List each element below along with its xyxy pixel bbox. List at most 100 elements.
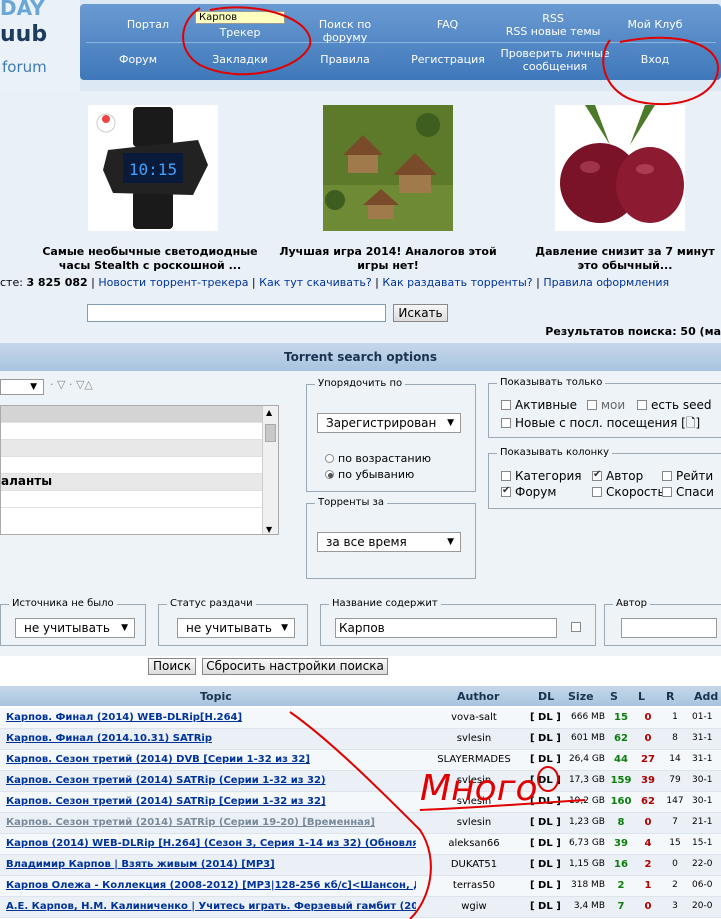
col-header-leechers[interactable]: L bbox=[638, 690, 645, 703]
filter-search-button[interactable]: Поиск bbox=[148, 658, 196, 675]
checkbox-mine[interactable] bbox=[587, 400, 597, 410]
site-logo[interactable]: DAY uub forum bbox=[0, 0, 80, 91]
dl-link[interactable]: [ DL ] bbox=[530, 775, 561, 786]
author-cell[interactable]: svlesin bbox=[430, 775, 518, 786]
link-rules-format[interactable]: Правила оформления bbox=[543, 276, 669, 289]
radio-asc[interactable] bbox=[325, 454, 334, 463]
topic-link[interactable]: Карпов. Сезон третий (2014) SATRip [Сери… bbox=[6, 796, 416, 807]
author-cell[interactable]: svlesin bbox=[430, 796, 518, 807]
dl-link[interactable]: [ DL ] bbox=[530, 838, 561, 849]
col-speed[interactable]: Скорость bbox=[592, 485, 665, 499]
sort-asc-option[interactable]: по возрастанию bbox=[325, 452, 431, 465]
checkbox-forum[interactable] bbox=[501, 485, 511, 497]
author-cell[interactable]: SLAYERMADES bbox=[430, 754, 518, 765]
title-contains-input[interactable]: Карпов bbox=[335, 618, 557, 638]
col-header-added[interactable]: Add bbox=[694, 690, 718, 703]
source-select[interactable]: не учитывать ▼ bbox=[15, 618, 135, 638]
radio-desc[interactable] bbox=[325, 470, 334, 479]
category-row[interactable] bbox=[1, 406, 278, 423]
nav-rss[interactable]: RSS RSS новые темы bbox=[503, 12, 603, 38]
link-how-download[interactable]: Как тут скачивать? bbox=[259, 276, 372, 289]
status-select[interactable]: не учитывать ▼ bbox=[177, 618, 295, 638]
nav-check-pm[interactable]: Проверить личные сообщения bbox=[500, 47, 610, 73]
nav-forum[interactable]: Форум bbox=[108, 53, 168, 66]
banner-game-image[interactable] bbox=[323, 105, 453, 231]
filter-active[interactable]: Активные bbox=[501, 398, 577, 412]
dl-link[interactable]: [ DL ] bbox=[530, 817, 561, 828]
category-row[interactable] bbox=[1, 491, 278, 508]
col-header-replies[interactable]: R bbox=[666, 690, 674, 703]
category-scrollbar[interactable]: ▲ ▼ bbox=[262, 406, 278, 534]
filter-new-since[interactable]: Новые с посл. посещения [🗋] bbox=[501, 414, 700, 435]
dl-link[interactable]: [ DL ] bbox=[530, 712, 561, 723]
banner-title-2[interactable]: Лучшая игра 2014! Аналогов этой игры нет… bbox=[268, 245, 508, 273]
category-row[interactable] bbox=[1, 440, 278, 457]
nav-search-forum[interactable]: Поиск по форуму bbox=[295, 18, 395, 44]
col-thanks[interactable]: Спаси bbox=[662, 485, 714, 499]
author-cell[interactable]: vova-salt bbox=[430, 712, 518, 723]
topic-link[interactable]: А.Е. Карпов, Н.М. Калиниченко | Учитесь … bbox=[6, 901, 416, 912]
col-header-dl[interactable]: DL bbox=[538, 690, 554, 703]
author-cell[interactable]: svlesin bbox=[430, 733, 518, 744]
scroll-thumb[interactable] bbox=[265, 424, 276, 442]
banner-title-1[interactable]: Самые необычные светодиодные часы Stealt… bbox=[30, 245, 270, 273]
category-row[interactable] bbox=[1, 423, 278, 440]
checkbox-seed[interactable] bbox=[637, 400, 647, 410]
nav-faq[interactable]: FAQ bbox=[425, 18, 470, 31]
nav-register[interactable]: Регистрация bbox=[408, 53, 488, 66]
checkbox-rating[interactable] bbox=[662, 471, 672, 481]
reset-filters-button[interactable]: Сбросить настройки поиска bbox=[202, 658, 388, 675]
category-row[interactable] bbox=[1, 457, 278, 474]
dl-link[interactable]: [ DL ] bbox=[530, 733, 561, 744]
category-select[interactable]: ▼ bbox=[0, 379, 44, 395]
topic-link[interactable]: Владимир Карпов | Взять живым (2014) [MP… bbox=[6, 859, 416, 870]
link-news[interactable]: Новости торрент-трекера bbox=[98, 276, 248, 289]
topic-link[interactable]: Карпов. Сезон третий (2014) SATRip (Сери… bbox=[6, 817, 416, 828]
filter-mine[interactable]: мои bbox=[587, 398, 625, 412]
sort-desc-option[interactable]: по убыванию bbox=[325, 468, 414, 481]
banner-watch-image[interactable]: 10:15 bbox=[88, 105, 218, 231]
author-cell[interactable]: aleksan66 bbox=[430, 838, 518, 849]
author-input[interactable] bbox=[621, 618, 717, 638]
topic-link[interactable]: Карпов Олежа - Коллекция (2008-2012) [MP… bbox=[6, 880, 416, 891]
dl-link[interactable]: [ DL ] bbox=[530, 754, 561, 765]
main-search-input[interactable] bbox=[87, 304, 386, 322]
nav-my-club[interactable]: Мой Клуб bbox=[620, 18, 690, 31]
nav-tracker[interactable]: Трекер bbox=[210, 26, 270, 39]
topic-link[interactable]: Карпов. Сезон третий (2014) DVB [Серии 1… bbox=[6, 754, 416, 765]
checkbox-category[interactable] bbox=[501, 471, 511, 481]
dl-link[interactable]: [ DL ] bbox=[530, 880, 561, 891]
checkbox-title-exact[interactable] bbox=[571, 622, 581, 632]
sort-select[interactable]: Зарегистрирован ▼ bbox=[317, 413, 461, 433]
nav-portal[interactable]: Портал bbox=[118, 18, 178, 31]
checkbox-author[interactable] bbox=[592, 469, 602, 481]
checkbox-speed[interactable] bbox=[592, 487, 602, 497]
nav-bookmarks[interactable]: Закладки bbox=[210, 53, 270, 66]
checkbox-new[interactable] bbox=[501, 418, 511, 428]
topic-link[interactable]: Карпов. Финал (2014.10.31) SATRip bbox=[6, 733, 416, 744]
banner-beet-image[interactable] bbox=[555, 105, 685, 231]
dl-link[interactable]: [ DL ] bbox=[530, 901, 561, 912]
dl-link[interactable]: [ DL ] bbox=[530, 796, 561, 807]
dl-link[interactable]: [ DL ] bbox=[530, 859, 561, 870]
col-rating[interactable]: Рейти bbox=[662, 469, 713, 483]
category-list[interactable]: аланты ▲ ▼ bbox=[0, 405, 279, 535]
topic-link[interactable]: Карпов. Сезон третий (2014) SATRip (Сери… bbox=[6, 775, 416, 786]
period-select[interactable]: за все время ▼ bbox=[317, 532, 461, 552]
category-row[interactable]: аланты bbox=[1, 474, 278, 491]
link-how-seed[interactable]: Как раздавать торренты? bbox=[382, 276, 532, 289]
nav-rules[interactable]: Правила bbox=[315, 53, 375, 66]
col-forum[interactable]: Форум bbox=[501, 485, 556, 499]
checkbox-active[interactable] bbox=[501, 400, 511, 410]
banner-title-3[interactable]: Давление снизит за 7 минут это обычный..… bbox=[530, 245, 720, 273]
col-category[interactable]: Категория bbox=[501, 469, 582, 483]
scroll-down-icon[interactable]: ▼ bbox=[266, 525, 272, 534]
filter-has-seed[interactable]: есть seed bbox=[637, 398, 712, 412]
author-cell[interactable]: svlesin bbox=[430, 817, 518, 828]
search-suggest-input[interactable]: Карпов bbox=[195, 11, 285, 24]
author-cell[interactable]: terras50 bbox=[430, 880, 518, 891]
author-cell[interactable]: wgiw bbox=[430, 901, 518, 912]
col-header-author[interactable]: Author bbox=[457, 690, 499, 703]
col-header-topic[interactable]: Topic bbox=[200, 690, 232, 703]
col-header-size[interactable]: Size bbox=[568, 690, 594, 703]
